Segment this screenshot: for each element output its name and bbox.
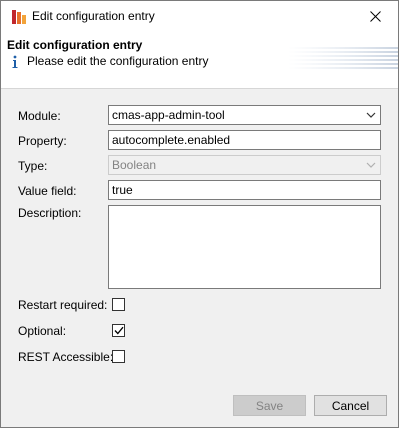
dialog-header: Edit configuration entry Please edit the… — [1, 32, 398, 89]
module-label: Module: — [18, 109, 61, 123]
header-message: Please edit the configuration entry — [27, 54, 209, 68]
window-title: Edit configuration entry — [32, 9, 155, 23]
dialog-window: Edit configuration entry Edit configurat… — [0, 0, 399, 428]
optional-checkbox[interactable] — [112, 324, 125, 337]
rest-accessible-label: REST Accessible: — [18, 350, 114, 364]
description-label: Description: — [18, 206, 82, 220]
header-title: Edit configuration entry — [7, 38, 143, 52]
description-textarea[interactable] — [108, 205, 381, 289]
value-field-input[interactable] — [108, 180, 381, 200]
restart-required-label: Restart required: — [18, 298, 108, 312]
close-icon — [369, 11, 381, 22]
info-icon — [12, 55, 18, 68]
property-label: Property: — [18, 134, 67, 148]
app-logo-icon — [12, 10, 26, 24]
type-label: Type: — [18, 159, 48, 173]
module-value: cmas-app-admin-tool — [112, 108, 225, 122]
optional-label: Optional: — [18, 324, 67, 338]
value-field-label: Value field: — [18, 184, 77, 198]
property-input[interactable] — [108, 130, 381, 150]
cancel-button[interactable]: Cancel — [314, 395, 387, 416]
module-select[interactable]: cmas-app-admin-tool — [108, 105, 381, 125]
rest-accessible-checkbox[interactable] — [112, 350, 125, 363]
type-select: Boolean — [108, 155, 381, 175]
type-value: Boolean — [112, 158, 157, 172]
chevron-down-icon — [362, 156, 380, 174]
header-decoration — [288, 47, 398, 69]
save-button[interactable]: Save — [233, 395, 306, 416]
chevron-down-icon — [362, 106, 380, 124]
title-bar[interactable]: Edit configuration entry — [1, 1, 398, 32]
checkmark-icon — [114, 326, 124, 335]
restart-required-checkbox[interactable] — [112, 298, 125, 311]
close-button[interactable] — [352, 1, 398, 32]
